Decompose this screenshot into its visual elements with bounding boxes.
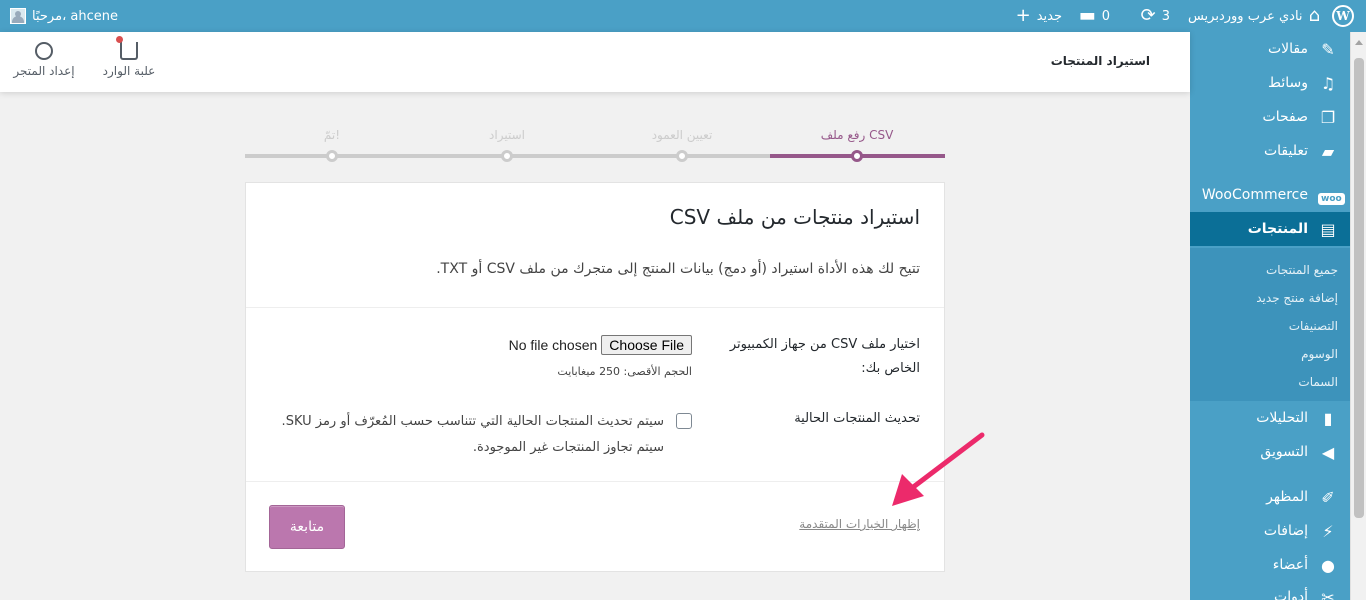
step-dot-mapping	[676, 150, 688, 162]
pages-icon: ❐	[1320, 107, 1336, 127]
scroll-up-arrow-icon[interactable]	[1355, 40, 1363, 45]
divider	[246, 481, 944, 482]
sidebar-item-label: مقالات	[1267, 41, 1308, 57]
import-card: استيراد منتجات من ملف CSV تتيح لك هذه ال…	[245, 182, 945, 572]
submenu-attributes[interactable]: السمات	[1190, 368, 1350, 396]
sidebar-item-label: المظهر	[1266, 489, 1308, 505]
sidebar-item-analytics[interactable]: التحليلات ▮	[1190, 401, 1350, 435]
comments-icon: ▰	[1321, 141, 1335, 161]
step-upload: رفع ملف CSV	[820, 128, 894, 142]
sidebar-item-label: التحليلات	[1256, 410, 1308, 426]
admin-bar: W نادي عرب ووردبريس ⌂ ⟳ 3 ▬ 0 + جديد مرح…	[0, 0, 1366, 32]
sidebar-item-label: المنتجات	[1247, 221, 1308, 237]
file-input[interactable]: Choose File No file chosen	[509, 335, 692, 355]
card-title: استيراد منتجات من ملف CSV	[669, 205, 920, 229]
site-name: نادي عرب ووردبريس	[1187, 8, 1303, 24]
inbox-icon	[116, 36, 138, 60]
submenu-all-products[interactable]: جميع المنتجات	[1190, 256, 1350, 284]
submenu-categories[interactable]: التصنيفات	[1190, 312, 1350, 340]
continue-button[interactable]: متابعة	[269, 505, 345, 549]
plus-icon: +	[1015, 5, 1031, 26]
avatar	[10, 8, 26, 24]
file-status: No file chosen	[508, 337, 598, 353]
sidebar-item-label: تعليقات	[1263, 143, 1308, 159]
user-icon: ●	[1321, 555, 1335, 575]
store-setup-button[interactable]: إعداد المتجر	[4, 42, 84, 78]
home-icon: ⌂	[1308, 5, 1320, 26]
step-dot-import	[501, 150, 513, 162]
chart-icon: ▮	[1323, 408, 1333, 428]
sidebar-item-pages[interactable]: صفحات ❐	[1190, 100, 1350, 134]
sidebar-item-label: WooCommerce	[1201, 187, 1308, 203]
page-scrollbar[interactable]	[1350, 32, 1366, 600]
comments-link[interactable]: ▬ 0	[1079, 0, 1110, 32]
sidebar-item-media[interactable]: وسائط ♫	[1190, 66, 1350, 100]
advanced-options-link[interactable]: إظهار الخيارات المتقدمة	[799, 517, 920, 531]
file-label: اختيار ملف CSV من جهاز الكمبيوتر الخاص ب…	[729, 337, 920, 376]
new-label: جديد	[1036, 8, 1062, 24]
brush-icon: ✐	[1321, 487, 1335, 507]
choose-file-button[interactable]: Choose File	[601, 335, 692, 355]
sidebar-item-label: وسائط	[1268, 75, 1308, 91]
card-description: تتيح لك هذه الأداة استيراد (أو دمج) بيان…	[436, 261, 920, 277]
account-menu[interactable]: مرحبًا، ahcene	[10, 0, 118, 32]
step-dot-upload	[851, 150, 863, 162]
woo-icon: woo	[1318, 186, 1345, 205]
media-icon: ♫	[1320, 73, 1336, 93]
max-size-note: الحجم الأقصى: 250 ميغابايت	[557, 365, 692, 378]
sidebar-item-products[interactable]: المنتجات ▤	[1182, 212, 1350, 246]
sidebar-item-label: أدوات	[1274, 589, 1308, 600]
inbox-button[interactable]: علبة الوارد	[89, 36, 169, 78]
site-name-link[interactable]: نادي عرب ووردبريس ⌂	[1188, 0, 1320, 32]
greeting: مرحبًا، ahcene	[32, 8, 118, 24]
step-dot-done	[326, 150, 338, 162]
submenu-add-product[interactable]: إضافة منتج جديد	[1190, 284, 1350, 312]
progress-circle-icon	[35, 42, 53, 60]
plugin-icon: ⚡	[1322, 521, 1334, 541]
comments-count: 0	[1101, 8, 1110, 24]
sidebar-item-label: صفحات	[1262, 109, 1308, 125]
sidebar-item-posts[interactable]: مقالات ✎	[1190, 32, 1350, 66]
archive-icon: ▤	[1320, 219, 1336, 239]
update-existing-description: سيتم تحديث المنتجات الحالية التي تتناسب …	[281, 414, 664, 455]
megaphone-icon: ◀	[1321, 442, 1335, 462]
pin-icon: ✎	[1321, 39, 1335, 59]
step-done: تمّ!	[323, 128, 341, 142]
submenu-tags[interactable]: الوسوم	[1190, 340, 1350, 368]
admin-sidebar: مقالات ✎ وسائط ♫ صفحات ❐ تعليقات ▰ WooCo…	[1182, 32, 1350, 600]
woocommerce-header: استيراد المنتجات علبة الوارد إعداد المتج…	[0, 32, 1190, 92]
sidebar-item-woocommerce[interactable]: WooCommerce woo	[1190, 178, 1350, 212]
sidebar-item-label: أعضاء	[1272, 557, 1308, 573]
setup-label: إعداد المتجر	[13, 64, 75, 78]
updates-icon: ⟳	[1140, 5, 1156, 26]
sidebar-item-label: إضافات	[1263, 523, 1308, 539]
update-existing-label: تحديث المنتجات الحالية	[794, 411, 920, 426]
updates-link[interactable]: ⟳ 3	[1141, 0, 1170, 32]
divider	[246, 307, 944, 308]
sidebar-item-label: التسويق	[1260, 444, 1308, 460]
wordpress-logo-icon[interactable]: W	[1332, 5, 1354, 27]
inbox-label: علبة الوارد	[102, 64, 156, 78]
import-steps: رفع ملف CSV تعيين العمود استيراد تمّ!	[245, 122, 945, 167]
updates-count: 3	[1161, 8, 1170, 24]
new-content-link[interactable]: + جديد	[1016, 0, 1062, 32]
sidebar-item-tools[interactable]: أدوات ✂	[1190, 580, 1350, 600]
wrench-icon: ✂	[1321, 587, 1335, 600]
step-mapping: تعيين العمود	[651, 128, 713, 142]
products-submenu: جميع المنتجات إضافة منتج جديد التصنيفات …	[1190, 248, 1350, 401]
annotation-arrow-icon	[892, 432, 985, 506]
sidebar-item-marketing[interactable]: التسويق ◀	[1190, 435, 1350, 469]
update-existing-checkbox[interactable]	[676, 413, 692, 429]
comment-bubble-icon: ▬	[1078, 5, 1096, 26]
sidebar-item-plugins[interactable]: إضافات ⚡	[1190, 514, 1350, 548]
woo-badge: woo	[1318, 192, 1345, 205]
sidebar-item-appearance[interactable]: المظهر ✐	[1190, 480, 1350, 514]
step-import: استيراد	[489, 128, 525, 142]
page-title: استيراد المنتجات	[1050, 54, 1150, 68]
sidebar-item-comments[interactable]: تعليقات ▰	[1190, 134, 1350, 168]
scrollbar-thumb[interactable]	[1354, 58, 1364, 518]
sidebar-item-users[interactable]: أعضاء ●	[1190, 548, 1350, 582]
